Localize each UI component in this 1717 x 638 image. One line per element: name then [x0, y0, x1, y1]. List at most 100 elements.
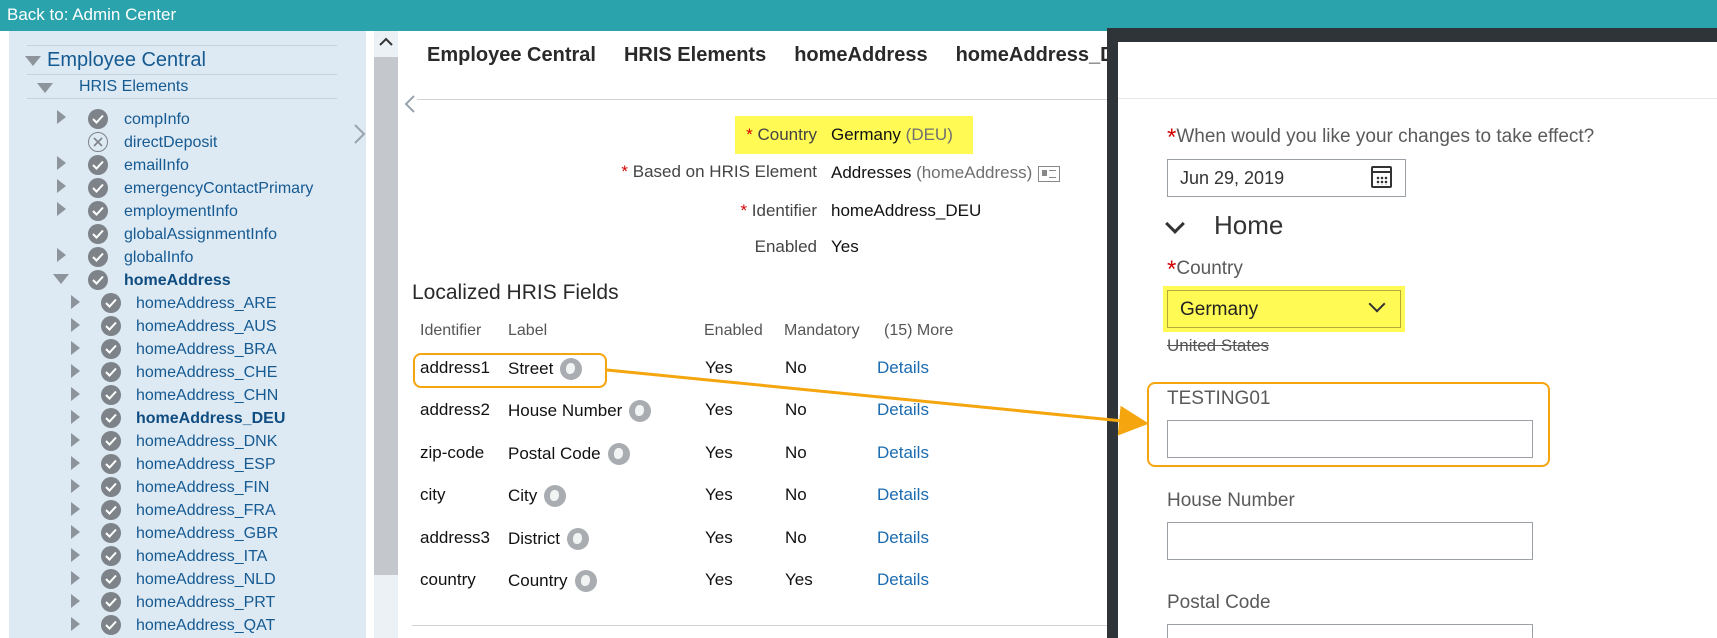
tree-item-homeaddress-che[interactable]: homeAddress_CHE: [136, 361, 277, 384]
top-bar: Back to: Admin Center: [0, 0, 1717, 31]
expand-icon[interactable]: [71, 548, 80, 562]
tree-item-homeaddress-bra[interactable]: homeAddress_BRA: [136, 338, 277, 361]
field-mandatory: Yes: [785, 570, 813, 589]
street-callout: [413, 353, 607, 388]
check-circle-icon: [88, 155, 108, 175]
tree-item-hris-elements[interactable]: HRIS Elements: [79, 75, 188, 98]
tree-item-employee-central[interactable]: Employee Central: [47, 49, 206, 72]
tree-item-compinfo[interactable]: compInfo: [124, 108, 190, 131]
sidebar-scrollbar[interactable]: [374, 31, 398, 638]
globe-icon[interactable]: [629, 400, 652, 422]
tree-item-employmentinfo[interactable]: employmentInfo: [124, 200, 238, 223]
expand-icon[interactable]: [57, 156, 66, 170]
globe-icon[interactable]: [544, 485, 567, 507]
details-link[interactable]: Details: [877, 443, 929, 463]
home-section-title[interactable]: Home: [1214, 210, 1283, 241]
tree-item-directdeposit[interactable]: directDeposit: [124, 131, 217, 154]
collapse-icon[interactable]: [25, 56, 41, 66]
chevron-left-icon[interactable]: [404, 94, 416, 114]
field-identifier: city: [420, 485, 446, 504]
identifier-label: * Identifier: [740, 201, 817, 220]
tree-item-homeaddress-dnk[interactable]: homeAddress_DNK: [136, 430, 277, 453]
col-enabled: Enabled: [704, 322, 763, 339]
col-mandatory: Mandatory: [784, 322, 860, 339]
tree-item-emailinfo[interactable]: emailInfo: [124, 154, 189, 177]
field-label: Country: [508, 570, 597, 592]
field-identifier: address3: [420, 528, 490, 547]
tree-item-emergencycontactprimary[interactable]: emergencyContactPrimary: [124, 177, 313, 200]
details-link[interactable]: Details: [877, 570, 929, 590]
tree-item-globalassignmentinfo[interactable]: globalAssignmentInfo: [124, 223, 277, 246]
tree-item-homeaddress-are[interactable]: homeAddress_ARE: [136, 292, 277, 315]
col-identifier: Identifier: [420, 322, 482, 339]
details-link[interactable]: Details: [877, 485, 929, 505]
breadcrumb-homeaddress[interactable]: homeAddress: [794, 44, 927, 66]
expand-icon[interactable]: [71, 295, 80, 309]
check-circle-icon: [101, 316, 121, 336]
tree-item-homeaddress-aus[interactable]: homeAddress_AUS: [136, 315, 277, 338]
tree-item-homeaddress-ita[interactable]: homeAddress_ITA: [136, 545, 267, 568]
expand-icon[interactable]: [57, 179, 66, 193]
expand-icon[interactable]: [71, 387, 80, 401]
expand-icon[interactable]: [71, 617, 80, 631]
tree-item-homeaddress-esp[interactable]: homeAddress_ESP: [136, 453, 276, 476]
field-identifier: country: [420, 570, 476, 589]
details-link[interactable]: Details: [877, 358, 929, 378]
expand-icon[interactable]: [71, 525, 80, 539]
check-circle-icon: [88, 270, 108, 290]
localized-fields-title: Localized HRIS Fields: [412, 281, 619, 304]
panel-country-label: *Country: [1167, 256, 1243, 283]
enabled-label: Enabled: [754, 237, 817, 256]
breadcrumb: Employee Central HRIS Elements homeAddress…: [427, 44, 1170, 67]
expand-icon[interactable]: [71, 594, 80, 608]
expand-icon[interactable]: [71, 364, 80, 378]
sidebar-tree: Employee Central HRIS Elements compInfo …: [9, 31, 366, 638]
calendar-icon[interactable]: [1371, 166, 1392, 188]
details-link[interactable]: Details: [877, 400, 929, 420]
expand-icon[interactable]: [71, 479, 80, 493]
back-to-admin-center-link[interactable]: Back to: Admin Center: [7, 5, 176, 25]
tree-item-globalinfo[interactable]: globalInfo: [124, 246, 193, 269]
globe-icon[interactable]: [607, 443, 630, 465]
tree-item-homeaddress-prt[interactable]: homeAddress_PRT: [136, 591, 275, 614]
scrollbar-thumb[interactable]: [374, 57, 398, 575]
chevron-right-icon[interactable]: [353, 123, 367, 145]
expand-icon[interactable]: [57, 248, 66, 262]
globe-icon[interactable]: [574, 570, 597, 592]
breadcrumb-employee-central[interactable]: Employee Central: [427, 44, 596, 66]
testing01-input[interactable]: [1167, 420, 1533, 458]
collapse-icon[interactable]: [37, 83, 53, 93]
expand-icon[interactable]: [57, 110, 66, 124]
collapse-icon[interactable]: [53, 274, 69, 284]
postal-code-input[interactable]: [1167, 624, 1533, 638]
check-circle-icon: [88, 201, 108, 221]
tree-item-homeaddress-qat[interactable]: homeAddress_QAT: [136, 614, 275, 637]
house-number-label: House Number: [1167, 490, 1295, 511]
tree-item-homeaddress-fin[interactable]: homeAddress_FIN: [136, 476, 269, 499]
details-link[interactable]: Details: [877, 528, 929, 548]
table-bottom-divider: [412, 625, 1107, 626]
more-columns-link[interactable]: (15) More: [884, 322, 953, 340]
globe-icon[interactable]: [566, 528, 589, 550]
tree-item-homeaddress-fra[interactable]: homeAddress_FRA: [136, 499, 276, 522]
expand-icon[interactable]: [71, 341, 80, 355]
check-circle-icon: [101, 431, 121, 451]
house-number-input[interactable]: [1167, 522, 1533, 560]
id-card-icon[interactable]: [1038, 165, 1061, 182]
expand-icon[interactable]: [71, 571, 80, 585]
expand-icon[interactable]: [57, 202, 66, 216]
expand-icon[interactable]: [71, 433, 80, 447]
expand-icon[interactable]: [71, 410, 80, 424]
tree-item-homeaddress[interactable]: homeAddress: [124, 269, 231, 292]
expand-icon[interactable]: [71, 456, 80, 470]
expand-icon[interactable]: [71, 502, 80, 516]
scroll-up-icon[interactable]: [379, 37, 393, 47]
tree-item-homeaddress-gbr[interactable]: homeAddress_GBR: [136, 522, 278, 545]
tree-item-homeaddress-nld[interactable]: homeAddress_NLD: [136, 568, 276, 591]
tree-item-homeaddress-deu[interactable]: homeAddress_DEU: [136, 407, 285, 430]
breadcrumb-divider: [417, 99, 1107, 100]
expand-icon[interactable]: [71, 318, 80, 332]
country-select[interactable]: Germany: [1167, 290, 1401, 328]
breadcrumb-hris-elements[interactable]: HRIS Elements: [624, 44, 766, 66]
tree-item-homeaddress-chn[interactable]: homeAddress_CHN: [136, 384, 278, 407]
